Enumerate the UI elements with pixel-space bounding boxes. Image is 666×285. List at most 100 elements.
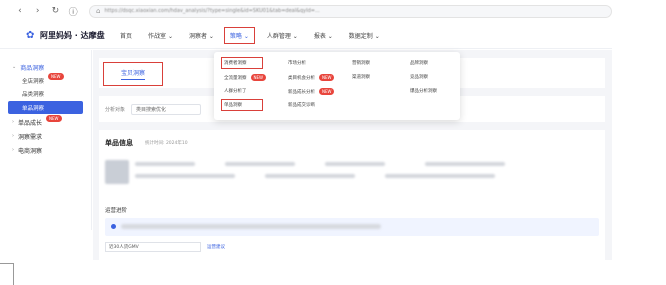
advice-link[interactable]: 运营建议 bbox=[207, 244, 225, 250]
sidebar-item-single-insight[interactable]: 单品洞察 bbox=[8, 101, 83, 114]
nav-home[interactable]: 首页 bbox=[120, 31, 132, 40]
tab-label: 宝贝洞察 bbox=[120, 68, 145, 80]
nav-label: 策略 bbox=[229, 33, 242, 40]
sidebar-item-store-insight[interactable]: 全店洞察 NEW bbox=[0, 73, 91, 87]
nav-label: 作战室 bbox=[148, 33, 167, 40]
info-title: 单品信息 bbox=[105, 139, 133, 147]
dropdown-item[interactable]: 新品成交诊断 bbox=[288, 102, 315, 108]
app-header: ✿ 阿里妈妈 · 达摩盘 首页 作战室 ⌄ 洞察者 ⌄ 策略 ⌄ 人群管理 ⌄ … bbox=[0, 23, 612, 49]
product-info-card: 单品信息 统计时间: 2024年10 运营进阶 近30人货GMV 运营建议 bbox=[99, 130, 605, 260]
product-thumbnail bbox=[105, 160, 129, 184]
nav-war-room[interactable]: 作战室 ⌄ bbox=[148, 31, 173, 40]
sidebar-group-label: 单品成长 bbox=[18, 119, 43, 127]
address-bar[interactable]: ⌂ https://dsqc.xiaoxian.com/hdav_analysi… bbox=[89, 4, 612, 18]
reload-icon[interactable]: ↻ bbox=[50, 5, 62, 17]
dropdown-item-label: 全流量洞察 bbox=[224, 75, 247, 81]
chevron-right-icon: › bbox=[12, 133, 14, 139]
blurred-text bbox=[385, 174, 495, 178]
dropdown-item[interactable]: 爆品分析洞察 bbox=[410, 88, 437, 94]
dropdown-item-label: 人群分析了 bbox=[224, 89, 247, 94]
blurred-text bbox=[425, 162, 505, 166]
url-text: https://dsqc.xiaoxian.com/hdav_analysis/… bbox=[104, 8, 320, 14]
blurred-metrics bbox=[135, 160, 597, 188]
blurred-text bbox=[121, 224, 381, 229]
sidebar-item-label: 全店洞察 bbox=[22, 78, 45, 85]
info-dot-icon bbox=[111, 224, 116, 229]
dropdown-item-label: 市场分析 bbox=[288, 61, 306, 66]
blurred-text bbox=[265, 174, 355, 178]
filter-select[interactable]: 类目搜索优化 bbox=[131, 103, 202, 115]
blurred-text bbox=[325, 162, 385, 166]
dropdown-item-label: 新品成长分析 bbox=[288, 89, 315, 95]
dropdown-item-label: 营销洞察 bbox=[352, 61, 370, 66]
sidebar-item-category-insight[interactable]: 品类洞察 bbox=[0, 87, 91, 100]
sidebar-group-label: 洞察需求 bbox=[18, 133, 43, 141]
back-icon[interactable]: ‹ bbox=[14, 5, 26, 17]
dropdown-item-label: 竞品洞察 bbox=[410, 75, 428, 80]
metric-select-row: 近30人货GMV 运营建议 bbox=[105, 242, 225, 252]
sidebar-group-product-insight[interactable]: ⌄ 商品洞察 bbox=[0, 60, 91, 74]
lock-icon: ⌂ bbox=[96, 7, 101, 15]
dropdown-item-label: 类目机会分析 bbox=[288, 75, 315, 81]
highlight-box bbox=[221, 99, 263, 111]
dropdown-item[interactable]: 类目机会分析 NEW bbox=[288, 74, 335, 81]
top-nav: 首页 作战室 ⌄ 洞察者 ⌄ 策略 ⌄ 人群管理 ⌄ 报表 ⌄ 数据定制 ⌄ bbox=[120, 27, 396, 44]
nav-reports[interactable]: 报表 ⌄ bbox=[314, 31, 333, 40]
chevron-right-icon: › bbox=[12, 119, 14, 125]
dropdown-item[interactable]: 营销洞察 bbox=[352, 60, 370, 66]
logo-mark-icon: ✿ bbox=[26, 29, 35, 41]
dropdown-item[interactable]: 竞品洞察 bbox=[410, 74, 428, 80]
info-icon[interactable]: ⓘ bbox=[67, 5, 79, 18]
dropdown-item-label: 新品成交诊断 bbox=[288, 103, 315, 108]
dropdown-item[interactable]: 渠道洞察 bbox=[352, 74, 370, 80]
info-timestamp: 统计时间: 2024年10 bbox=[145, 141, 188, 146]
new-badge: NEW bbox=[48, 73, 64, 80]
nav-label: 人群管理 bbox=[266, 33, 291, 40]
browser-toolbar: ‹ › ↻ ⓘ ⌂ https://dsqc.xiaoxian.com/hdav… bbox=[0, 0, 612, 22]
nav-label: 洞察者 bbox=[188, 33, 207, 40]
filter-select-value: 类目搜索优化 bbox=[136, 106, 167, 113]
section-title: 运营进阶 bbox=[105, 208, 128, 214]
tab-item-insight[interactable]: 宝贝洞察 bbox=[103, 62, 163, 86]
highlight-box bbox=[221, 57, 263, 69]
chevron-right-icon: › bbox=[12, 147, 14, 153]
dropdown-item[interactable]: 全流量洞察 NEW bbox=[224, 74, 266, 81]
new-badge: NEW bbox=[250, 74, 266, 81]
sidebar: ⌄ 商品洞察 全店洞察 NEW 品类洞察 单品洞察 › 单品成长 NEW › 洞… bbox=[0, 50, 92, 230]
logo-text: 阿里妈妈 · 达摩盘 bbox=[40, 31, 105, 40]
new-badge: NEW bbox=[319, 74, 335, 81]
sidebar-group-label: 电商洞察 bbox=[18, 147, 43, 155]
sidebar-group-demand[interactable]: › 洞察需求 bbox=[0, 129, 91, 143]
filter-label: 分析对象 bbox=[105, 106, 126, 113]
metric-select[interactable]: 近30人货GMV bbox=[105, 242, 201, 252]
dropdown-item[interactable]: 新品成长分析 NEW bbox=[288, 88, 335, 95]
window-corner-fragment bbox=[0, 263, 14, 285]
strategy-dropdown-menu: 消费者洞察 全流量洞察 NEW 人群分析了 单品洞察 市场分析 类目机会分析 NEW 新品成长分… bbox=[214, 52, 460, 120]
sidebar-group-label: 商品洞察 bbox=[20, 64, 45, 72]
nav-strategy[interactable]: 策略 ⌄ bbox=[223, 27, 255, 44]
blurred-text bbox=[225, 162, 295, 166]
blurred-text bbox=[135, 174, 235, 178]
new-badge: NEW bbox=[46, 114, 62, 122]
logo[interactable]: ✿ 阿里妈妈 · 达摩盘 bbox=[26, 30, 110, 41]
dropdown-item[interactable]: 市场分析 bbox=[288, 60, 306, 66]
metric-select-value: 近30人货GMV bbox=[109, 245, 139, 250]
new-badge: NEW bbox=[319, 88, 335, 95]
nav-insight[interactable]: 洞察者 ⌄ bbox=[189, 31, 214, 40]
dropdown-item-label: 爆品分析洞察 bbox=[410, 89, 437, 94]
chevron-down-icon: ⌄ bbox=[12, 64, 17, 70]
nav-label: 报表 bbox=[313, 33, 326, 40]
dropdown-item[interactable]: 品牌洞察 bbox=[410, 60, 428, 66]
nav-label: 数据定制 bbox=[348, 33, 373, 40]
dropdown-item[interactable]: 人群分析了 bbox=[224, 88, 247, 94]
sidebar-item-label: 单品洞察 bbox=[22, 105, 45, 112]
forward-icon[interactable]: › bbox=[32, 5, 44, 17]
nav-data-custom[interactable]: 数据定制 ⌄ bbox=[349, 31, 380, 40]
sidebar-group-ecommerce[interactable]: › 电商洞察 bbox=[0, 143, 91, 157]
notice-bar bbox=[105, 218, 599, 236]
nav-audience[interactable]: 人群管理 ⌄ bbox=[267, 31, 298, 40]
blurred-text bbox=[135, 162, 195, 166]
dropdown-item-label: 渠道洞察 bbox=[352, 75, 370, 80]
dropdown-item-label: 品牌洞察 bbox=[410, 61, 428, 66]
sidebar-group-growth[interactable]: › 单品成长 NEW bbox=[0, 114, 91, 129]
